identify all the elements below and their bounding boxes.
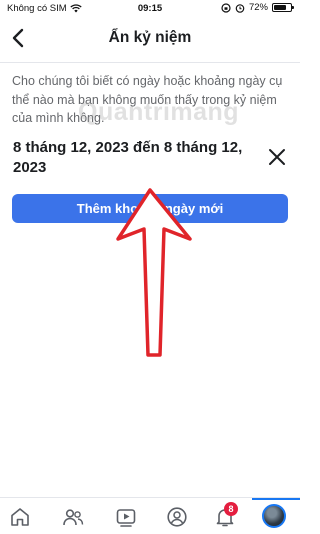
battery-percent: 72% — [248, 2, 268, 13]
tab-video[interactable] — [115, 506, 139, 528]
tab-friends[interactable] — [62, 506, 86, 528]
watermark: Quantrimang — [78, 98, 240, 126]
alarm-icon — [235, 3, 245, 13]
tab-home[interactable] — [9, 506, 33, 528]
orientation-lock-icon — [221, 2, 231, 13]
notification-badge: 8 — [224, 502, 238, 516]
video-icon — [116, 509, 136, 527]
avatar[interactable] — [262, 504, 286, 528]
tab-profile[interactable] — [166, 506, 190, 528]
page-title: Ẩn kỷ niệm — [108, 29, 192, 46]
close-icon[interactable] — [266, 146, 288, 168]
active-tab-indicator — [252, 498, 300, 500]
battery-icon — [272, 3, 294, 12]
status-bar: Không có SIM 09:15 72% — [0, 0, 300, 16]
friends-icon — [63, 509, 84, 526]
battery-fill — [274, 5, 286, 10]
bottom-tab-bar: 8 — [0, 497, 300, 534]
home-icon — [11, 508, 29, 526]
header: Ẩn kỷ niệm — [0, 20, 300, 58]
header-divider — [0, 62, 300, 63]
red-arrow-up-icon — [116, 188, 192, 357]
date-range-label: 8 tháng 12, 2023 đến 8 tháng 12, 2023 — [13, 139, 243, 176]
profile-icon — [167, 507, 187, 527]
